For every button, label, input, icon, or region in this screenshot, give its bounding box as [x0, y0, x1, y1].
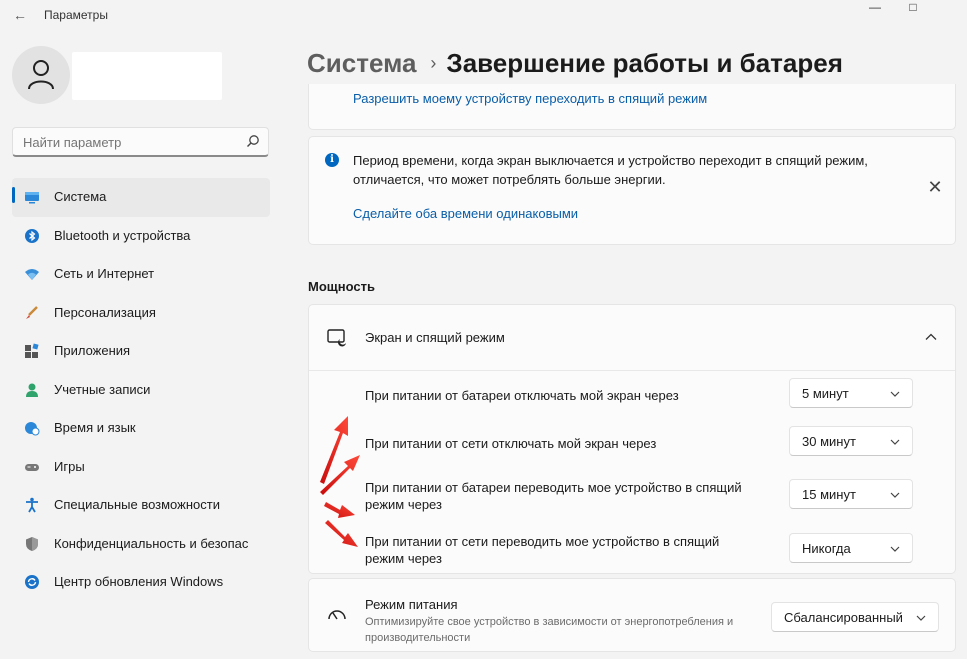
profile	[12, 46, 70, 104]
active-indicator	[12, 187, 15, 203]
app-title: Параметры	[44, 8, 108, 22]
sidebar-item-accessibility[interactable]: Специальные возможности	[12, 486, 270, 525]
shield-icon	[26, 536, 38, 551]
screen-sleep-icon	[327, 329, 346, 347]
apps-icon	[25, 343, 39, 358]
sidebar-item-network[interactable]: Сеть и Интернет	[12, 255, 270, 294]
sidebar-item-label: Конфиденциальность и безопас	[54, 535, 249, 551]
gamepad-icon	[25, 463, 39, 471]
breadcrumb-parent[interactable]: Система	[307, 48, 416, 78]
battery-screen-off-label: При питании от батареи отключать мой экр…	[365, 388, 679, 403]
sidebar-item-system[interactable]: Система	[12, 178, 270, 217]
chevron-up-icon[interactable]	[925, 331, 937, 343]
sidebar-item-label: Время и язык	[54, 420, 136, 435]
wifi-icon	[25, 269, 39, 280]
section-title: Мощность	[308, 279, 375, 294]
sidebar-item-label: Персонализация	[54, 304, 156, 320]
battery-screen-off-dropdown[interactable]: 5 минут	[789, 378, 913, 408]
person-icon	[28, 60, 54, 90]
brush-icon	[26, 305, 38, 319]
sidebar-item-label: Учетные записи	[54, 381, 151, 397]
power-mode-card: Режим питания Оптимизируйте свое устройс…	[308, 578, 956, 652]
dropdown-value: 30 минут	[802, 434, 856, 449]
chevron-down-icon	[890, 439, 900, 445]
accessibility-icon	[26, 497, 38, 513]
breadcrumb-separator: ›	[430, 53, 437, 73]
plugged-sleep-label: При питании от сети переводить мое устро…	[365, 534, 720, 566]
power-mode-description: Оптимизируйте свое устройство в зависимо…	[365, 616, 734, 644]
sidebar-item-windows-update[interactable]: Центр обновления Windows	[12, 563, 270, 602]
avatar[interactable]	[12, 46, 70, 104]
maximize-icon[interactable]: □	[898, 0, 928, 14]
breadcrumb: Система › Завершение работы и батарея	[307, 48, 843, 79]
battery-sleep-dropdown[interactable]: 15 минут	[789, 479, 913, 509]
arrow-left-icon[interactable]: ←	[11, 6, 29, 24]
sidebar-item-apps[interactable]: Приложения	[12, 332, 270, 371]
screen-sleep-title: Экран и спящий режим	[365, 330, 505, 345]
sidebar-item-accounts[interactable]: Учетные записи	[12, 371, 270, 410]
title-bar: ← Параметры — □	[0, 0, 967, 30]
power-mode-title: Режим питания	[365, 597, 458, 612]
dropdown-value: Сбалансированный	[784, 610, 903, 625]
plugged-sleep-dropdown[interactable]: Никогда	[789, 533, 913, 563]
globe-clock-icon	[25, 422, 40, 436]
chevron-down-icon	[890, 391, 900, 397]
sidebar-item-time-language[interactable]: Время и язык	[12, 409, 270, 448]
search-icon[interactable]	[246, 134, 260, 148]
close-icon[interactable]: ✕	[927, 178, 943, 196]
search-input[interactable]	[23, 135, 243, 150]
sidebar-item-privacy[interactable]: Конфиденциальность и безопас	[12, 525, 270, 564]
screen-sleep-header[interactable]: Экран и спящий режим	[309, 305, 955, 371]
update-icon	[25, 575, 39, 589]
sidebar-item-label: Bluetooth и устройства	[54, 227, 191, 243]
make-times-equal-link[interactable]: Сделайте оба времени одинаковыми	[353, 206, 578, 221]
power-mode-dropdown[interactable]: Сбалансированный	[771, 602, 939, 632]
speedometer-icon	[328, 610, 346, 620]
sidebar-item-gaming[interactable]: Игры	[12, 448, 270, 487]
profile-name-redacted	[72, 52, 222, 100]
sidebar-item-label: Специальные возможности	[54, 497, 220, 512]
sidebar-item-label: Система	[54, 189, 107, 204]
sidebar-item-label: Сеть и Интернет	[54, 266, 155, 281]
sidebar-item-personalization[interactable]: Персонализация	[12, 294, 270, 333]
plugged-screen-off-label: При питании от сети отключать мой экран …	[365, 436, 657, 451]
allow-sleep-link[interactable]: Разрешить моему устройству переходить в …	[353, 91, 707, 106]
chevron-down-icon	[890, 492, 900, 498]
dropdown-value: Никогда	[802, 541, 851, 556]
search-box[interactable]	[12, 127, 269, 157]
display-icon	[25, 192, 39, 204]
info-icon: i	[325, 153, 339, 167]
plugged-screen-off-dropdown[interactable]: 30 минут	[789, 426, 913, 456]
sleep-permission-card: Разрешить моему устройству переходить в …	[308, 84, 956, 130]
sidebar-item-label: Приложения	[54, 343, 131, 358]
chevron-down-icon	[890, 546, 900, 552]
battery-sleep-label: При питании от батареи переводить мое ус…	[365, 480, 742, 512]
sidebar-item-label: Центр обновления Windows	[54, 574, 224, 589]
chevron-down-icon	[916, 615, 926, 621]
sidebar-item-label: Игры	[54, 458, 85, 474]
dropdown-value: 15 минут	[802, 487, 856, 502]
sidebar-item-bluetooth[interactable]: Bluetooth и устройства	[12, 217, 270, 256]
info-text: Период времени, когда экран выключается …	[353, 153, 868, 187]
page-title: Завершение работы и батарея	[446, 48, 843, 78]
screen-sleep-card: Экран и спящий режим При питании от бата…	[308, 304, 956, 574]
info-banner: i Период времени, когда экран выключаетс…	[308, 136, 956, 245]
dropdown-value: 5 минут	[802, 386, 849, 401]
minimize-icon[interactable]: —	[860, 0, 890, 14]
account-icon	[26, 383, 38, 397]
bluetooth-icon	[25, 228, 39, 243]
sidebar-nav: Система Bluetooth и устройства Сеть и Ин…	[12, 178, 270, 602]
